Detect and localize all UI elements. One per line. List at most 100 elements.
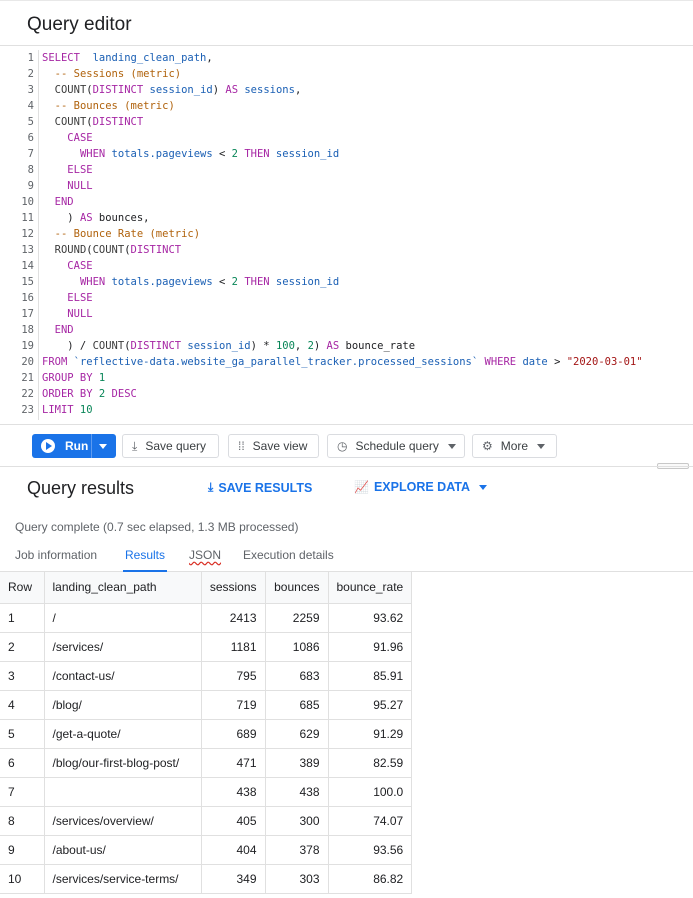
code-text: LIMIT 10 [42, 404, 93, 416]
table-cell-sessions: 719 [201, 690, 266, 720]
download-icon: ⤓ [132, 438, 138, 453]
code-line: 23 LIMIT 10 [0, 402, 693, 418]
code-line: 20 FROM `reflective-data.website_ga_paral… [0, 354, 693, 370]
table-cell-bounces: 389 [265, 748, 329, 778]
table-cell-bounce-rate: 86.82 [328, 864, 413, 894]
table-cell-sessions: 404 [201, 835, 266, 865]
gear-icon: ⚙ [482, 439, 493, 453]
sql-code-editor[interactable]: 1 SELECT landing_clean_path, 2 -- Sessions… [0, 50, 693, 422]
line-number: 13 [21, 244, 34, 256]
code-line: 3 COUNT(DISTINCT session_id) AS sessions… [0, 82, 693, 98]
column-header-row: Row [0, 572, 45, 604]
code-text: NULL [67, 180, 93, 192]
more-button[interactable]: ⚙ More [472, 434, 557, 458]
line-number: 4 [27, 100, 34, 112]
code-line: 21 GROUP BY 1 [0, 370, 693, 386]
tab-job-information[interactable]: Job information [15, 548, 97, 562]
code-line: 1 SELECT landing_clean_path, [0, 50, 693, 66]
code-line: 12 -- Bounce Rate (metric) [0, 226, 693, 242]
code-text: ROUND(COUNT(DISTINCT [54, 244, 182, 256]
table-cell-row: 5 [0, 719, 45, 749]
tab-json[interactable]: JSON [189, 548, 221, 562]
table-cell-row: 8 [0, 806, 45, 836]
play-icon [41, 439, 55, 453]
code-line: 7 WHEN totals.pageviews < 2 THEN session… [0, 146, 693, 162]
line-number: 11 [21, 212, 34, 224]
table-row: 6/blog/our-first-blog-post/471 389 82.59 [0, 748, 413, 778]
code-line: 10 END [0, 194, 693, 210]
editor-title: Query editor [27, 14, 132, 35]
save-results-button[interactable]: ⤓ SAVE RESULTS [208, 480, 312, 495]
line-number: 7 [27, 148, 34, 160]
table-row: 9/about-us/404 378 93.56 [0, 835, 413, 865]
table-cell-landing-clean-path: /services/overview/ [44, 806, 202, 836]
table-cell-sessions: 405 [201, 806, 266, 836]
code-text: COUNT(DISTINCT session_id) AS sessions, [54, 84, 302, 96]
table-cell-bounces: 303 [265, 864, 329, 894]
code-line: 2 -- Sessions (metric) [0, 66, 693, 82]
code-line: 22 ORDER BY 2 DESC [0, 386, 693, 402]
chevron-down-icon [479, 484, 488, 490]
table-cell-landing-clean-path: /services/service-terms/ [44, 864, 202, 894]
table-cell-bounces: 685 [265, 690, 329, 720]
table-cell-bounces: 629 [265, 719, 329, 749]
tab-execution-details[interactable]: Execution details [243, 548, 334, 562]
code-text: CASE [67, 132, 93, 144]
line-number: 20 [21, 356, 34, 368]
line-number: 15 [21, 276, 34, 288]
line-number: 12 [21, 228, 34, 240]
save-view-button[interactable]: ⁞⁞ Save view [228, 434, 319, 458]
code-text: -- Sessions (metric) [54, 68, 182, 80]
save-query-label: Save query [145, 439, 207, 453]
table-cell-bounces: 378 [265, 835, 329, 865]
table-row: 2/services/1181 1086 91.96 [0, 632, 413, 662]
table-cell-landing-clean-path: /blog/ [44, 690, 202, 720]
editor-header: Query editor [0, 0, 693, 46]
code-text: END [54, 196, 74, 208]
code-line: 15 WHEN totals.pageviews < 2 THEN sessio… [0, 274, 693, 290]
chevron-down-icon [537, 443, 546, 449]
code-text: ELSE [67, 164, 93, 176]
line-number: 10 [21, 196, 34, 208]
code-line: 8 ELSE [0, 162, 693, 178]
table-cell-bounce-rate: 74.07 [328, 806, 413, 836]
table-row: 10/services/service-terms/349 303 86.82 [0, 864, 413, 894]
tab-results[interactable]: Results [122, 548, 168, 572]
save-query-button[interactable]: ⤓ Save query [122, 434, 219, 458]
code-line: 18 END [0, 322, 693, 338]
grid-icon: ⁞⁞ [238, 439, 245, 453]
table-row: 3/contact-us/795 683 85.91 [0, 661, 413, 691]
code-text: ELSE [67, 292, 93, 304]
line-number: 14 [21, 260, 34, 272]
schedule-query-button[interactable]: ◷ Schedule query [327, 434, 465, 458]
table-row: 8/services/overview/405 300 74.07 [0, 806, 413, 836]
download-icon: ⤓ [208, 480, 214, 494]
code-text: FROM `reflective-data.website_ga_paralle… [42, 356, 643, 368]
code-line: 16 ELSE [0, 290, 693, 306]
table-cell-sessions: 471 [201, 748, 266, 778]
column-header-bounce-rate: bounce_rate [328, 572, 413, 604]
line-number: 3 [27, 84, 34, 96]
line-number: 1 [27, 52, 34, 64]
code-text: COUNT(DISTINCT [54, 116, 144, 128]
results-title: Query results [27, 478, 135, 498]
run-button[interactable]: Run [32, 434, 116, 458]
table-cell-sessions: 795 [201, 661, 266, 691]
explore-data-button[interactable]: 📈 EXPLORE DATA [354, 480, 488, 494]
table-cell-row: 1 [0, 603, 45, 633]
column-header-sessions: sessions [201, 572, 266, 604]
table-cell-bounce-rate: 85.91 [328, 661, 413, 691]
code-line: 9 NULL [0, 178, 693, 194]
code-line: 6 CASE [0, 130, 693, 146]
table-cell-landing-clean-path: /blog/our-first-blog-post/ [44, 748, 202, 778]
column-header-bounces: bounces [265, 572, 329, 604]
code-text: SELECT landing_clean_path, [42, 52, 213, 64]
line-number: 5 [27, 116, 34, 128]
code-text: ORDER BY 2 DESC [42, 388, 137, 400]
table-cell-bounces: 1086 [265, 632, 329, 662]
results-table: Row landing_clean_path sessions bounces … [0, 572, 413, 894]
run-options-caret-icon[interactable] [99, 444, 107, 449]
table-cell-bounces: 438 [265, 777, 329, 807]
line-number: 17 [21, 308, 34, 320]
save-results-label: SAVE RESULTS [218, 480, 313, 495]
